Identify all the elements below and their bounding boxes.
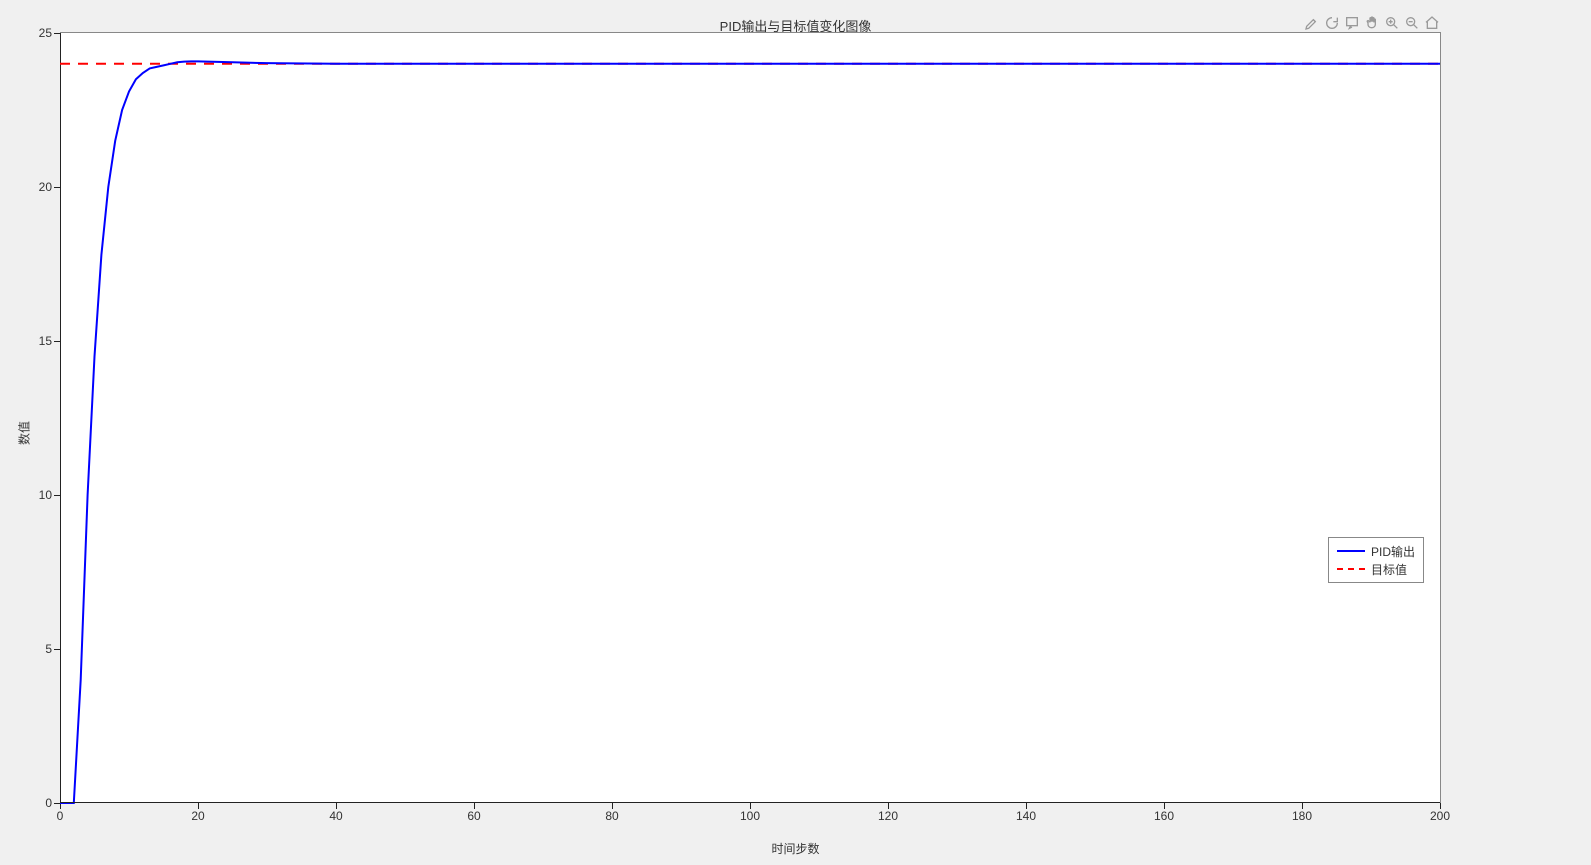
home-icon[interactable] [1423,14,1441,32]
legend-swatch-pid [1337,544,1365,558]
x-tick-label: 200 [1430,803,1450,823]
y-tick-label: 15 [39,334,60,348]
legend-item-pid[interactable]: PID输出 [1337,542,1415,560]
x-tick-label: 100 [740,803,760,823]
x-tick-label: 80 [605,803,618,823]
series-pid [60,61,1440,803]
x-axis-label: 时间步数 [0,840,1591,857]
x-tick-label: 60 [467,803,480,823]
x-tick-label: 140 [1016,803,1036,823]
plot-svg [60,33,1440,803]
figure-toolbar [1303,14,1441,32]
legend-label-pid: PID输出 [1371,543,1415,560]
zoom-out-icon[interactable] [1403,14,1421,32]
datatips-icon[interactable] [1343,14,1361,32]
x-tick-label: 0 [57,803,64,823]
y-tick-label: 5 [45,642,60,656]
brush-icon[interactable] [1303,14,1321,32]
axes[interactable]: 0510152025 020406080100120140160180200 P… [60,32,1441,803]
figure: PID输出与目标值变化图像 0510152025 020406080100120… [0,0,1591,865]
x-tick-label: 120 [878,803,898,823]
y-tick-label: 25 [39,26,60,40]
zoom-in-icon[interactable] [1383,14,1401,32]
y-tick-label: 10 [39,488,60,502]
legend-item-target[interactable]: 目标值 [1337,560,1415,578]
y-axis-label: 数值 [16,420,33,444]
legend-swatch-target [1337,562,1365,576]
y-tick-label: 20 [39,180,60,194]
legend-label-target: 目标值 [1371,561,1407,578]
pan-icon[interactable] [1363,14,1381,32]
legend[interactable]: PID输出 目标值 [1328,537,1424,583]
x-tick-label: 180 [1292,803,1312,823]
x-tick-label: 20 [191,803,204,823]
rotate-icon[interactable] [1323,14,1341,32]
x-tick-label: 40 [329,803,342,823]
x-tick-label: 160 [1154,803,1174,823]
